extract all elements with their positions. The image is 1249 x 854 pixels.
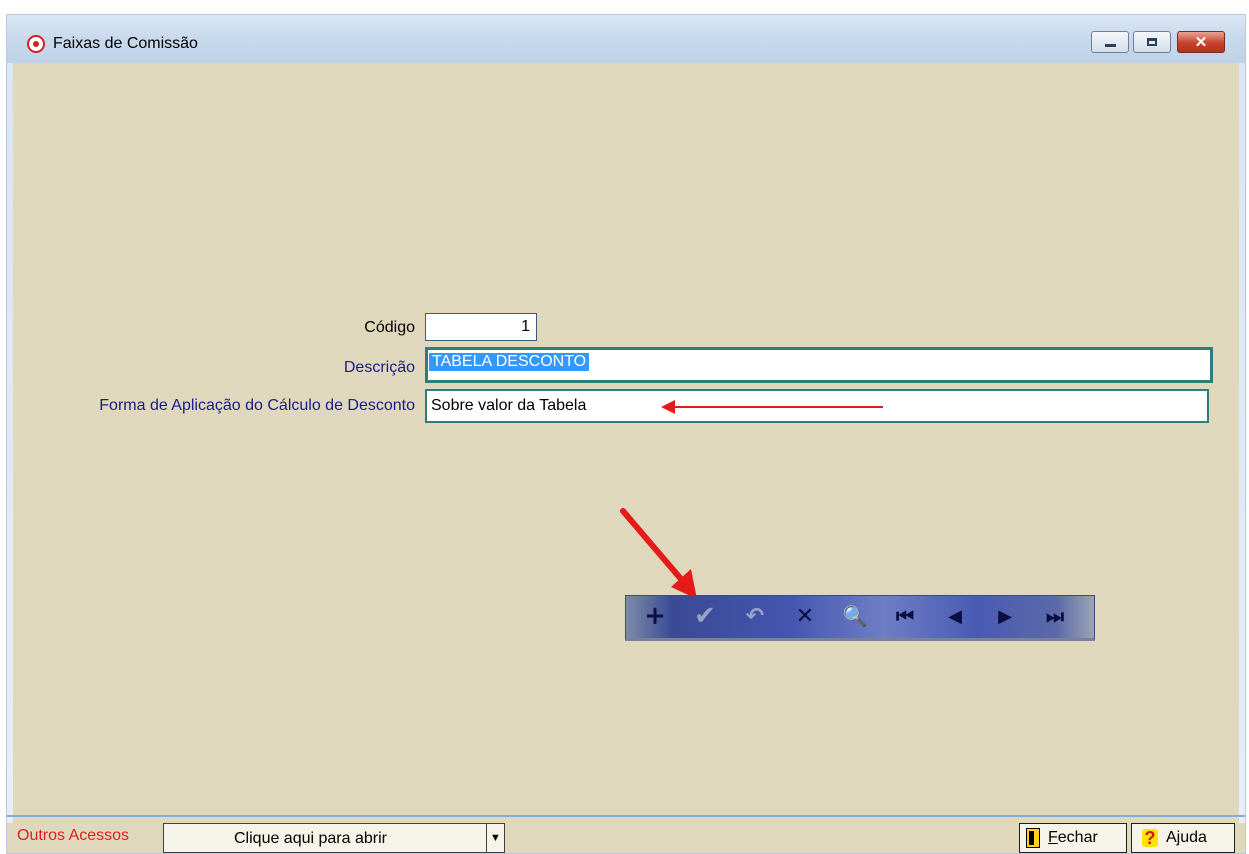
outros-acessos-label: Outros Acessos	[17, 827, 130, 844]
combo-dropdown-button[interactable]: ▼	[486, 824, 504, 852]
exit-door-icon	[1026, 828, 1040, 848]
fechar-label: Fechar	[1048, 829, 1098, 846]
last-record-icon[interactable]: ⏭	[1030, 596, 1080, 636]
ajuda-label: Ajuda	[1166, 829, 1207, 846]
descricao-field[interactable]: TABELA DESCONTO	[425, 347, 1213, 383]
forma-aplicacao-label: Forma de Aplicação do Cálculo de Descont…	[99, 397, 415, 414]
outros-acessos-combo[interactable]: Clique aqui para abrir ▼	[163, 823, 505, 853]
forma-aplicacao-value: Sobre valor da Tabela	[431, 397, 587, 414]
codigo-value: 1	[521, 318, 530, 335]
descricao-value: TABELA DESCONTO	[429, 353, 590, 371]
navigation-toolbar: + ✔ ↶ ✕ 🔍 ⏮ ◀ ▶ ⏭	[625, 595, 1095, 641]
codigo-field[interactable]: 1	[425, 313, 537, 341]
window-title: Faixas de Comissão	[53, 35, 198, 52]
right-edge	[1239, 63, 1245, 823]
fechar-button[interactable]: Fechar	[1019, 823, 1127, 853]
combo-text: Clique aqui para abrir	[234, 830, 387, 847]
help-icon: ?	[1142, 829, 1158, 847]
left-edge	[7, 63, 13, 823]
ajuda-button[interactable]: ? Ajuda	[1131, 823, 1235, 853]
descricao-label: Descrição	[343, 359, 415, 376]
previous-record-icon[interactable]: ◀	[930, 596, 980, 636]
codigo-label: Código	[364, 319, 415, 336]
add-record-icon[interactable]: +	[630, 596, 680, 636]
close-icon: ✕	[1194, 33, 1208, 51]
maximize-icon	[1147, 38, 1157, 46]
title-bar[interactable]: Faixas de Comissão ✕	[7, 15, 1245, 63]
annotation-arrow-diagonal	[620, 508, 697, 599]
chevron-down-icon: ▼	[490, 832, 501, 844]
first-record-icon[interactable]: ⏮	[880, 596, 930, 636]
undo-icon[interactable]: ↶	[730, 596, 780, 636]
search-icon[interactable]: 🔍	[830, 596, 880, 636]
maximize-button[interactable]	[1133, 31, 1171, 53]
app-icon	[27, 35, 45, 53]
main-window: Faixas de Comissão ✕ Código 1 Descrição …	[6, 14, 1246, 854]
annotation-arrow-left-line	[671, 406, 883, 408]
next-record-icon[interactable]: ▶	[980, 596, 1030, 636]
footer-separator	[7, 815, 1245, 817]
confirm-icon[interactable]: ✔	[680, 596, 730, 636]
close-button[interactable]: ✕	[1177, 31, 1225, 53]
minimize-button[interactable]	[1091, 31, 1129, 53]
minimize-icon	[1104, 44, 1116, 47]
delete-icon[interactable]: ✕	[780, 596, 830, 636]
